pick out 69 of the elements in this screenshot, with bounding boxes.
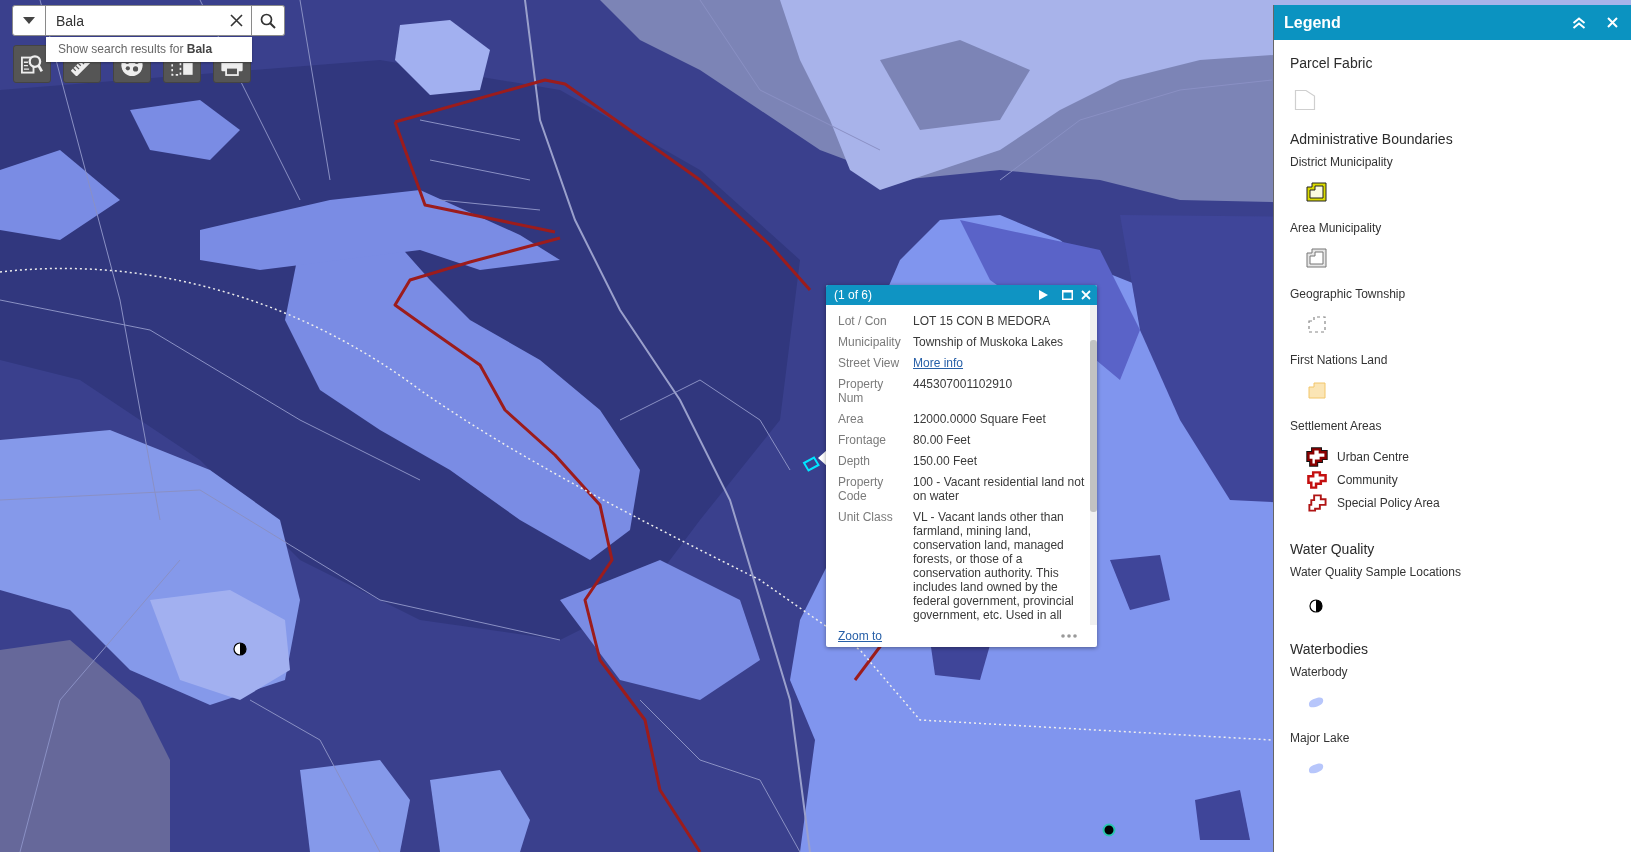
field-label: Street View bbox=[838, 355, 900, 370]
field-label: Municipality bbox=[838, 334, 901, 349]
close-icon[interactable] bbox=[1607, 17, 1618, 28]
scrollbar-track[interactable] bbox=[1090, 305, 1097, 625]
bold-outline-polygon-icon bbox=[1306, 182, 1327, 202]
dropdown-button[interactable] bbox=[12, 5, 46, 36]
popup-title: (1 of 6) bbox=[834, 288, 873, 302]
water-blob-icon bbox=[1308, 696, 1324, 708]
field-label: Lot / Con bbox=[838, 313, 887, 328]
field-value: LOT 15 CON B MEDORA bbox=[913, 313, 1051, 328]
sublayer-label: District Municipality bbox=[1290, 154, 1394, 170]
split-page-icon bbox=[171, 63, 193, 76]
printer-icon bbox=[221, 63, 243, 76]
maximize-icon[interactable] bbox=[1062, 290, 1073, 300]
more-options-icon[interactable] bbox=[1061, 634, 1077, 638]
field-value: Township of Muskoka Lakes bbox=[913, 334, 1064, 349]
layer-title: Water Quality bbox=[1290, 540, 1376, 559]
sublayer-label: Settlement Areas bbox=[1290, 418, 1383, 434]
field-label: Property Num bbox=[838, 376, 885, 405]
legend-item-label: Urban Centre bbox=[1337, 449, 1410, 464]
layer-title: Waterbodies bbox=[1290, 640, 1370, 659]
cross-outline-icon bbox=[1306, 469, 1328, 490]
field-value: 100 - Vacant residential land not on water bbox=[913, 474, 1085, 503]
sample-location-marker[interactable] bbox=[233, 642, 247, 656]
dashed-polygon-icon bbox=[1308, 315, 1326, 333]
field-value: VL - Vacant lands other than farmland, mining land, conservation land, managed forests, or those of a conservation authority. This includes land owned by the federal government, provincial government, etc. Used in all bbox=[913, 509, 1075, 622]
half-filled-circle-icon bbox=[1309, 599, 1323, 613]
document-search-icon bbox=[21, 54, 43, 74]
field-label: Frontage bbox=[838, 432, 887, 447]
water-blob-icon bbox=[1308, 762, 1324, 774]
field-label: Property Code bbox=[838, 474, 885, 503]
sublayer-label: Waterbody bbox=[1290, 664, 1349, 680]
close-icon[interactable] bbox=[1081, 290, 1091, 300]
suggestion-item[interactable]: Show search results for Bala bbox=[58, 42, 213, 57]
search-icon bbox=[260, 12, 276, 29]
field-value: 80.00 Feet bbox=[913, 432, 971, 447]
field-value: 445307001102910 bbox=[913, 376, 1013, 393]
sublayer-label: Major Lake bbox=[1290, 730, 1351, 746]
layer-title: Parcel Fabric bbox=[1290, 54, 1374, 73]
legend-title: Legend bbox=[1284, 13, 1342, 32]
clear-icon[interactable] bbox=[230, 14, 243, 27]
caret-down-icon bbox=[23, 17, 35, 24]
layer-title: Administrative Boundaries bbox=[1290, 130, 1454, 149]
field-label: Depth bbox=[838, 453, 871, 468]
double-outline-polygon-icon bbox=[1306, 248, 1327, 268]
parcel-outline-icon bbox=[1294, 89, 1316, 111]
find-tool-button[interactable] bbox=[13, 45, 51, 83]
legend-item-label: Community bbox=[1337, 472, 1398, 487]
field-label: Unit Class bbox=[838, 509, 893, 526]
search-button[interactable] bbox=[252, 5, 285, 36]
legend-item-label: Special Policy Area bbox=[1337, 495, 1440, 510]
sublayer-label: First Nations Land bbox=[1290, 352, 1389, 368]
collapse-icon[interactable] bbox=[1572, 16, 1586, 29]
filled-polygon-icon bbox=[1308, 381, 1326, 399]
sublayer-label: Area Municipality bbox=[1290, 220, 1383, 236]
sublayer-label: Geographic Township bbox=[1290, 286, 1407, 302]
point-marker[interactable] bbox=[1102, 823, 1116, 837]
scrollbar-thumb[interactable] bbox=[1090, 340, 1097, 512]
field-link[interactable]: More info bbox=[913, 355, 964, 370]
thin-cross-outline-icon bbox=[1306, 492, 1328, 513]
sublayer-label: Water Quality Sample Locations bbox=[1290, 564, 1462, 580]
field-value: 12000.0000 Square Feet bbox=[913, 411, 1046, 426]
search-field[interactable]: Bala bbox=[46, 5, 252, 36]
selected-parcel-outline bbox=[802, 456, 820, 472]
field-label: Area bbox=[838, 411, 864, 426]
zoom-to-link[interactable]: Zoom to bbox=[838, 629, 882, 643]
thick-cross-outline-icon bbox=[1306, 446, 1328, 467]
play-icon[interactable] bbox=[1039, 290, 1048, 300]
field-value: 150.00 Feet bbox=[913, 453, 978, 468]
